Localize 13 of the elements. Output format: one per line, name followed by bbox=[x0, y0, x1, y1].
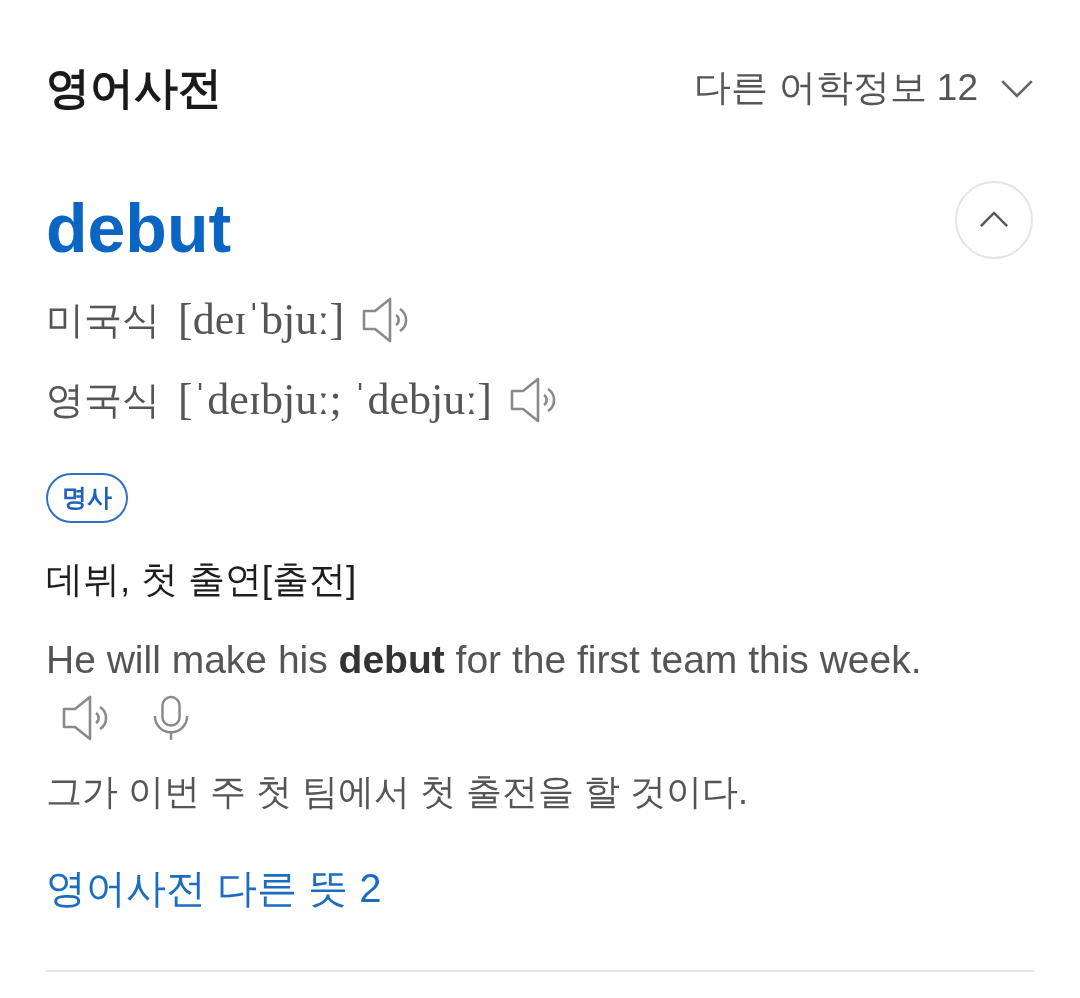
more-meanings-link[interactable]: 영어사전 다른 뜻 2 bbox=[46, 858, 382, 918]
headword: debut bbox=[46, 194, 232, 262]
example-sentence: He will make his debut for the first team this week. bbox=[46, 636, 922, 683]
example-translation: 그가 이번 주 첫 팀에서 첫 출전을 할 것이다. bbox=[46, 770, 750, 814]
phonetic-transcription: [deɪˈbjuː] bbox=[178, 294, 345, 346]
pronunciation-label: 미국식 bbox=[46, 297, 160, 343]
part-of-speech-tag: 명사 bbox=[46, 473, 128, 523]
phonetic-transcription: [ˈdeɪbjuː; ˈdebjuː] bbox=[178, 374, 492, 426]
section-title: 영어사전 bbox=[46, 62, 222, 114]
definition-text: 데뷔, 첫 출연[출전] bbox=[46, 558, 358, 603]
other-info-button[interactable]: 다른 어학정보 12 bbox=[694, 60, 1034, 116]
microphone-icon[interactable] bbox=[152, 694, 190, 742]
pronunciation-label: 영국식 bbox=[46, 377, 160, 423]
